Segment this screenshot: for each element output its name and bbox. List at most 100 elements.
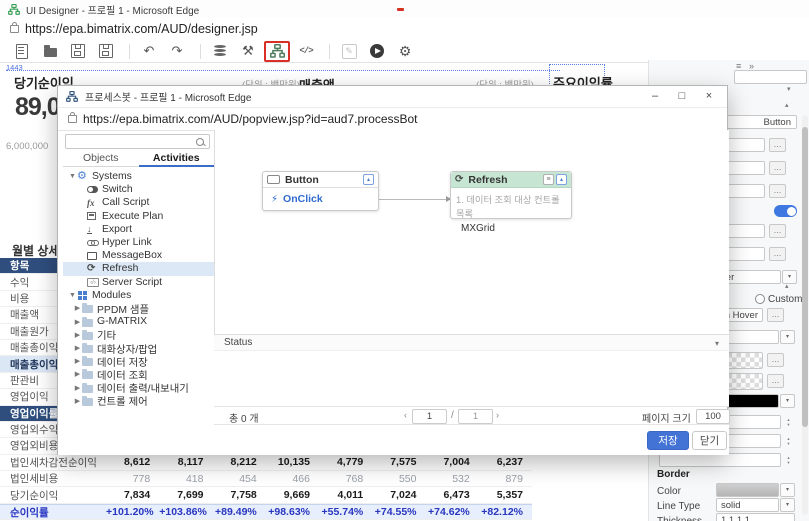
tree-item-데이터 출력/내보내기[interactable]: ▶ 데이터 출력/내보내기 [63,381,214,395]
prev-page-icon[interactable]: ‹ [404,410,407,420]
collapse-node-icon[interactable]: ▴ [556,174,567,185]
toolbar-settings-button[interactable]: ⚙ [393,42,417,61]
tree-item-Refresh[interactable]: ⟳ Refresh [63,262,214,276]
refresh-node-header[interactable]: ⟳ Refresh ≡ ▴ [451,172,571,188]
stepper-buttons[interactable]: ▲ ▼ [782,453,795,467]
scrollbar[interactable] [802,115,808,515]
ellipsis-button[interactable]: … [767,353,784,367]
browser-urlbar[interactable]: https://epa.bimatrix.com/AUD/designer.js… [0,18,809,41]
tree-item-컨트롤 제어[interactable]: ▶ 컨트롤 제어 [63,394,214,408]
toolbar-save-button[interactable] [66,42,90,61]
collapse-section-icon[interactable]: ▴ [785,101,789,109]
row-value: 5,357 [496,489,523,502]
toolbar-process-bot-button[interactable] [264,40,290,62]
close-dialog-button[interactable]: 닫기 [692,431,727,450]
caret-right-icon[interactable]: ▶ [73,370,82,378]
flow-canvas[interactable]: Button ▴ ⚡ OnClick ⟳ Refresh ≡ ▴ 1. 데이터 … [214,130,729,334]
page-size-input[interactable] [696,409,730,424]
toolbar-new-file-button[interactable] [10,42,34,61]
tab-activities[interactable]: Activities [138,152,214,167]
tree-item-Execute Plan[interactable]: Execute Plan [63,210,214,223]
toolbar-save-as-button[interactable] [94,42,118,61]
button-node[interactable]: Button ▴ ⚡ OnClick [262,171,379,211]
toolbar-tools-button[interactable]: ⚒ [236,42,260,61]
tree-item-MessageBox[interactable]: MessageBox [63,249,214,262]
close-button[interactable]: × [701,89,717,104]
caret-right-icon[interactable]: ▶ [73,304,82,312]
row-value: +74.55% [374,506,417,519]
toolbar-run-button[interactable] [365,42,389,61]
new-file-icon [16,43,28,59]
toolbar-data-source-button[interactable] [208,42,232,61]
maximize-button[interactable]: □ [674,89,690,104]
tree-item-Switch[interactable]: Switch [63,183,214,196]
dialog-titlebar[interactable]: 프로세스봇 - 프로필 1 - Microsoft Edge [58,86,727,108]
next-page-icon[interactable]: › [496,410,499,420]
toolbar-edit-button[interactable]: ✎ [337,42,361,61]
tree-item-기타[interactable]: ▶ 기타 [63,328,214,342]
caret-right-icon[interactable]: ▶ [73,397,82,405]
chevron-down-icon[interactable]: ▾ [715,336,719,352]
tree-item-Export[interactable]: ↓ Export [63,223,214,236]
caret-right-icon[interactable]: ▶ [73,357,82,365]
tab-objects[interactable]: Objects [63,152,139,167]
toggle-switch[interactable] [774,205,797,217]
ellipsis-button[interactable]: … [769,161,786,175]
scrollbar-thumb[interactable] [802,127,808,427]
chevron-down-icon[interactable]: ▾ [780,330,795,344]
border-color-swatch[interactable] [716,483,779,497]
chevron-down-icon[interactable]: ▾ [780,498,795,512]
stepper-buttons[interactable]: ▲ ▼ [782,415,795,429]
caret-down-icon[interactable]: ▼ [68,292,77,299]
save-button[interactable]: 저장 [647,431,689,450]
ellipsis-button[interactable]: … [769,247,786,261]
minimize-button[interactable]: – [647,89,663,104]
chevron-down-icon[interactable]: ▾ [787,85,791,93]
ellipsis-button[interactable]: … [769,184,786,198]
tree-item-Systems[interactable]: ▼ ⚙ Systems [63,170,214,183]
caret-down-icon[interactable]: ▼ [68,173,77,180]
list-icon[interactable]: ≡ [543,174,554,185]
tree-item-label: PPDM 샘플 [97,304,150,316]
tree-item-G-MATRIX[interactable]: ▶ G-MATRIX [63,315,214,328]
chevron-down-icon[interactable]: ▾ [780,483,795,497]
toolbar-open-folder-button[interactable] [38,42,62,61]
tree-item-PPDM 샘플[interactable]: ▶ PPDM 샘플 [63,302,214,316]
page-input[interactable] [412,409,447,424]
caret-right-icon[interactable]: ▶ [73,384,82,392]
number-field[interactable] [659,453,781,467]
tree-item-Call Script[interactable]: fx Call Script [63,196,214,209]
button-node-header[interactable]: Button ▴ [263,172,378,188]
ellipsis-button[interactable]: … [769,224,786,238]
caret-right-icon[interactable]: ▶ [73,318,82,326]
custom-radio[interactable] [755,294,765,304]
toolbar-undo-button[interactable]: ↶ [137,42,161,61]
dialog-urlbar[interactable]: https://epa.bimatrix.com/AUD/popview.jsp… [58,107,727,131]
tree-search-input[interactable] [65,134,210,149]
tree-item-Server Script[interactable]: ‹/› Server Script [63,276,214,289]
ellipsis-button[interactable]: … [769,138,786,152]
ellipsis-button[interactable]: … [767,308,784,322]
ellipsis-button[interactable]: … [767,374,784,388]
toolbar-redo-button[interactable]: ↷ [165,42,189,61]
collapse-section-icon[interactable]: ▴ [785,282,789,290]
refresh-node[interactable]: ⟳ Refresh ≡ ▴ 1. 데이터 조회 대상 컨트롤 목록 MXGrid [450,171,572,234]
tree-item-Modules[interactable]: ▼ Modules [63,289,214,302]
panel-search-field[interactable] [734,70,807,84]
toolbar-separator [129,43,130,59]
toolbar-code-view-button[interactable]: </> [294,42,318,61]
status-section-header[interactable]: Status ▾ [214,334,729,351]
caret-right-icon[interactable]: ▶ [73,331,82,339]
tree-item-대화상자/팝업[interactable]: ▶ 대화상자/팝업 [63,341,214,356]
chevron-down-icon[interactable]: ▾ [780,394,795,408]
thickness-input[interactable]: 1 1 1 1 [716,513,795,521]
caret-right-icon[interactable]: ▶ [73,344,82,352]
onclick-event[interactable]: OnClick [283,193,323,205]
page-total-input[interactable] [458,409,493,424]
tree-item-데이터 저장[interactable]: ▶ 데이터 저장 [63,355,214,369]
stepper-buttons[interactable]: ▲ ▼ [782,434,795,448]
collapse-node-icon[interactable]: ▴ [363,174,374,185]
tree-item-데이터 조회[interactable]: ▶ 데이터 조회 [63,368,214,382]
tree-item-Hyper Link[interactable]: Hyper Link [63,236,214,249]
line-type-select[interactable]: solid [716,498,779,512]
